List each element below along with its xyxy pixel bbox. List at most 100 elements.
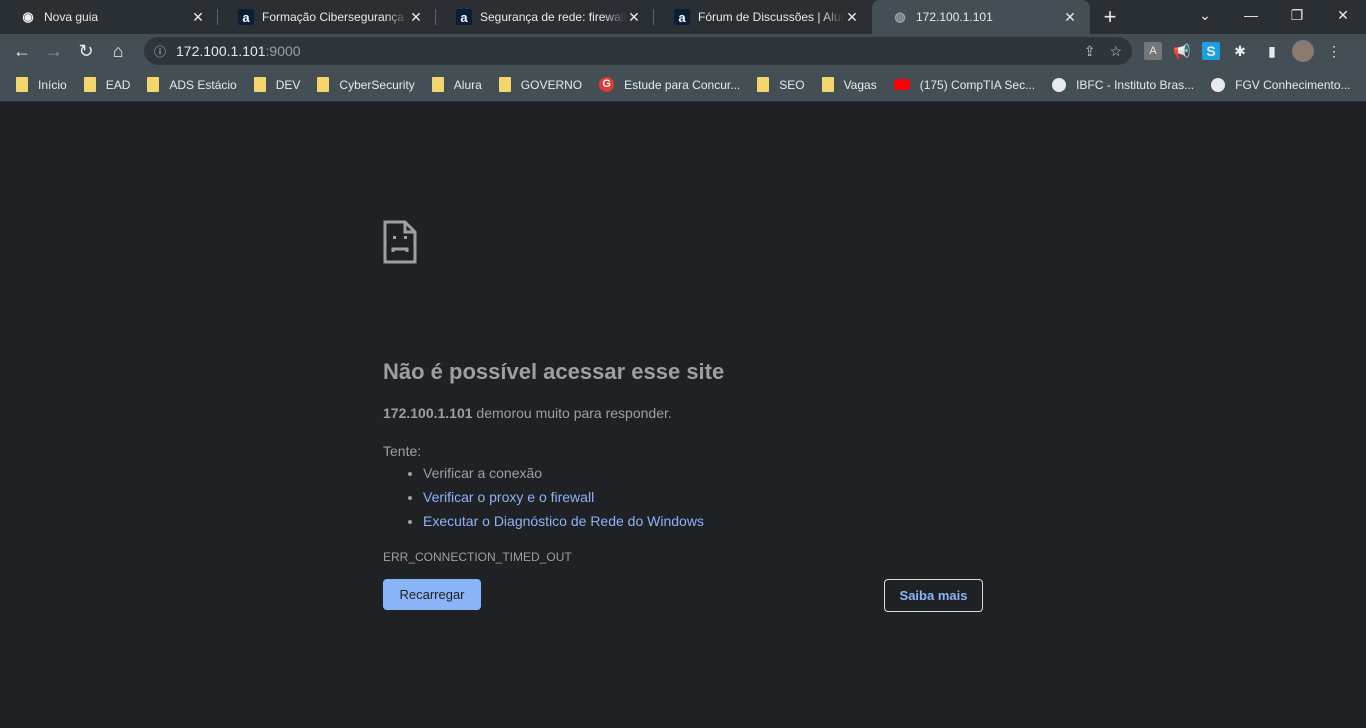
bookmark-item[interactable]: DEV: [248, 77, 307, 92]
suggestion-check-connection: Verificar a conexão: [423, 461, 983, 485]
close-tab-icon[interactable]: ✕: [844, 9, 860, 26]
back-icon[interactable]: ←: [6, 37, 38, 65]
tab-title: Fórum de Discussões | Alura: [698, 10, 844, 24]
bookmark-item[interactable]: G Estude para Concur...: [593, 77, 746, 92]
suggestion-network-diagnostics[interactable]: Executar o Diagnóstico de Rede do Window…: [423, 509, 983, 533]
close-tab-icon[interactable]: ✕: [408, 9, 424, 26]
tab-active[interactable]: ◍ 172.100.1.101 ✕: [872, 0, 1090, 34]
s-extension-icon[interactable]: S: [1202, 42, 1220, 60]
share-icon[interactable]: ⇪: [1084, 43, 1096, 60]
alura-icon: a: [238, 9, 254, 25]
info-icon[interactable]: ⓘ: [154, 43, 166, 60]
url-port: :9000: [265, 43, 301, 59]
menu-icon[interactable]: ⋮: [1322, 39, 1346, 63]
bookmark-label: SEO: [779, 77, 805, 92]
tab-title: Formação Cibersegurança | Alura: [262, 10, 408, 24]
bookmark-item[interactable]: EAD: [78, 77, 137, 92]
bookmark-item[interactable]: SEO: [751, 77, 810, 92]
error-message-text: demorou muito para responder.: [472, 405, 672, 421]
avatar[interactable]: [1292, 40, 1314, 62]
restore-icon[interactable]: ❐: [1274, 0, 1320, 30]
tab-seguranca[interactable]: a Segurança de rede: firewall, VPN✕: [436, 0, 654, 34]
bookmark-label: DEV: [275, 77, 301, 92]
bookmark-label: EAD: [105, 77, 131, 92]
bookmark-item[interactable]: FGV Conhecimento...: [1205, 77, 1356, 92]
bookmark-label: Estude para Concur...: [624, 77, 741, 92]
tab-title: Nova guia: [44, 10, 99, 24]
folder-icon: [16, 77, 28, 92]
globe-icon: ◍: [894, 9, 906, 24]
try-label: Tente:: [383, 443, 422, 459]
bookmark-label: Vagas: [843, 77, 877, 92]
network-diagnostics-link[interactable]: Executar o Diagnóstico de Rede do Window…: [423, 513, 704, 529]
bookmark-label: FGV Conhecimento...: [1235, 77, 1351, 92]
g-icon: G: [599, 77, 615, 92]
suggestion-proxy-firewall[interactable]: Verificar o proxy e o firewall: [423, 485, 983, 509]
bookmark-label: ADS Estácio: [169, 77, 237, 92]
close-window-icon[interactable]: ✕: [1320, 0, 1366, 30]
bookmark-item[interactable]: GOVERNO: [493, 77, 588, 92]
forward-icon[interactable]: →: [38, 37, 70, 65]
tab-title: 172.100.1.101: [916, 10, 993, 24]
tab-title: Segurança de rede: firewall, VPN: [480, 10, 626, 24]
tab-search-icon[interactable]: ⌄: [1182, 0, 1228, 30]
reload-button[interactable]: Recarregar: [383, 579, 481, 610]
alura-icon: a: [674, 9, 690, 25]
bookmark-label: (175) CompTIA Sec...: [919, 77, 1036, 92]
folder-icon: [253, 77, 266, 92]
tab-forum[interactable]: a Fórum de Discussões | Alura ✕: [654, 0, 872, 34]
puzzle-icon[interactable]: ✱: [1228, 39, 1252, 63]
globe-icon: [1211, 77, 1226, 92]
folder-icon: [83, 77, 96, 92]
bookmark-item[interactable]: IBFC - Instituto Bras...: [1046, 77, 1200, 92]
bookmark-item[interactable]: ADS Estácio: [141, 77, 242, 92]
side-panel-icon[interactable]: ▮: [1260, 39, 1284, 63]
alura-icon: a: [456, 9, 472, 25]
folder-icon: [317, 77, 330, 92]
bookmark-item[interactable]: (175) CompTIA Sec...: [888, 78, 1041, 92]
bookmarks-bar: Início EAD ADS Estácio DEV CyberSecurity Alur…: [0, 68, 1366, 102]
folder-icon: [821, 77, 834, 92]
close-tab-icon[interactable]: ✕: [1062, 9, 1078, 26]
tab-nova-guia[interactable]: ◉ Nova guia ✕: [0, 0, 218, 34]
bookmark-label: Início: [38, 77, 67, 92]
tab-formacao[interactable]: a Formação Cibersegurança | Alura✕: [218, 0, 436, 34]
folder-icon: [757, 77, 770, 92]
error-code: ERR_CONNECTION_TIMED_OUT: [383, 550, 572, 564]
home-icon[interactable]: ⌂: [102, 37, 134, 65]
globe-icon: [1052, 77, 1067, 92]
bookmark-item[interactable]: Alura: [426, 77, 488, 92]
tab-strip: ◉ Nova guia ✕ a Formação Cibersegurança | A…: [0, 0, 1366, 34]
url-host: 172.100.1.101: [176, 43, 266, 59]
suggestions-list: Verificar a conexão Verificar o proxy e …: [423, 461, 983, 533]
bookmark-label: IBFC - Instituto Bras...: [1076, 77, 1195, 92]
bookmark-label: CyberSecurity: [339, 77, 415, 92]
error-message: 172.100.1.101 demorou muito para respond…: [383, 405, 983, 421]
close-tab-icon[interactable]: ✕: [626, 9, 642, 26]
reload-icon[interactable]: ↻: [70, 37, 102, 65]
youtube-icon: [893, 79, 910, 90]
close-tab-icon[interactable]: ✕: [190, 9, 206, 26]
new-tab-button[interactable]: +: [1090, 0, 1130, 34]
sad-page-icon: [383, 220, 417, 264]
megaphone-extension-icon[interactable]: 📢: [1170, 39, 1194, 63]
address-bar[interactable]: ⓘ 172.100.1.101:9000 ⇪ ☆: [144, 37, 1132, 65]
pdf-extension-icon[interactable]: A: [1144, 42, 1162, 60]
minimize-icon[interactable]: —: [1228, 0, 1274, 30]
chrome-icon: ◉: [22, 9, 34, 24]
bookmark-item[interactable]: CyberSecurity: [311, 77, 420, 92]
folder-icon: [498, 77, 511, 92]
bookmark-label: Alura: [453, 77, 482, 92]
folder-icon: [147, 77, 160, 92]
bookmark-item[interactable]: Vagas: [816, 77, 883, 92]
folder-icon: [431, 77, 444, 92]
learn-more-button[interactable]: Saiba mais: [884, 579, 983, 612]
error-title: Não é possível acessar esse site: [383, 359, 725, 384]
error-host: 172.100.1.101: [383, 405, 473, 421]
toolbar: ← → ↻ ⌂ ⓘ 172.100.1.101:9000 ⇪ ☆ A 📢 S ✱ …: [0, 34, 1366, 68]
bookmark-item[interactable]: Início: [10, 77, 73, 92]
proxy-firewall-link[interactable]: Verificar o proxy e o firewall: [423, 489, 594, 505]
star-icon[interactable]: ☆: [1109, 43, 1122, 60]
bookmark-label: GOVERNO: [520, 77, 583, 92]
error-content: Não é possível acessar esse site 172.100…: [383, 220, 983, 564]
